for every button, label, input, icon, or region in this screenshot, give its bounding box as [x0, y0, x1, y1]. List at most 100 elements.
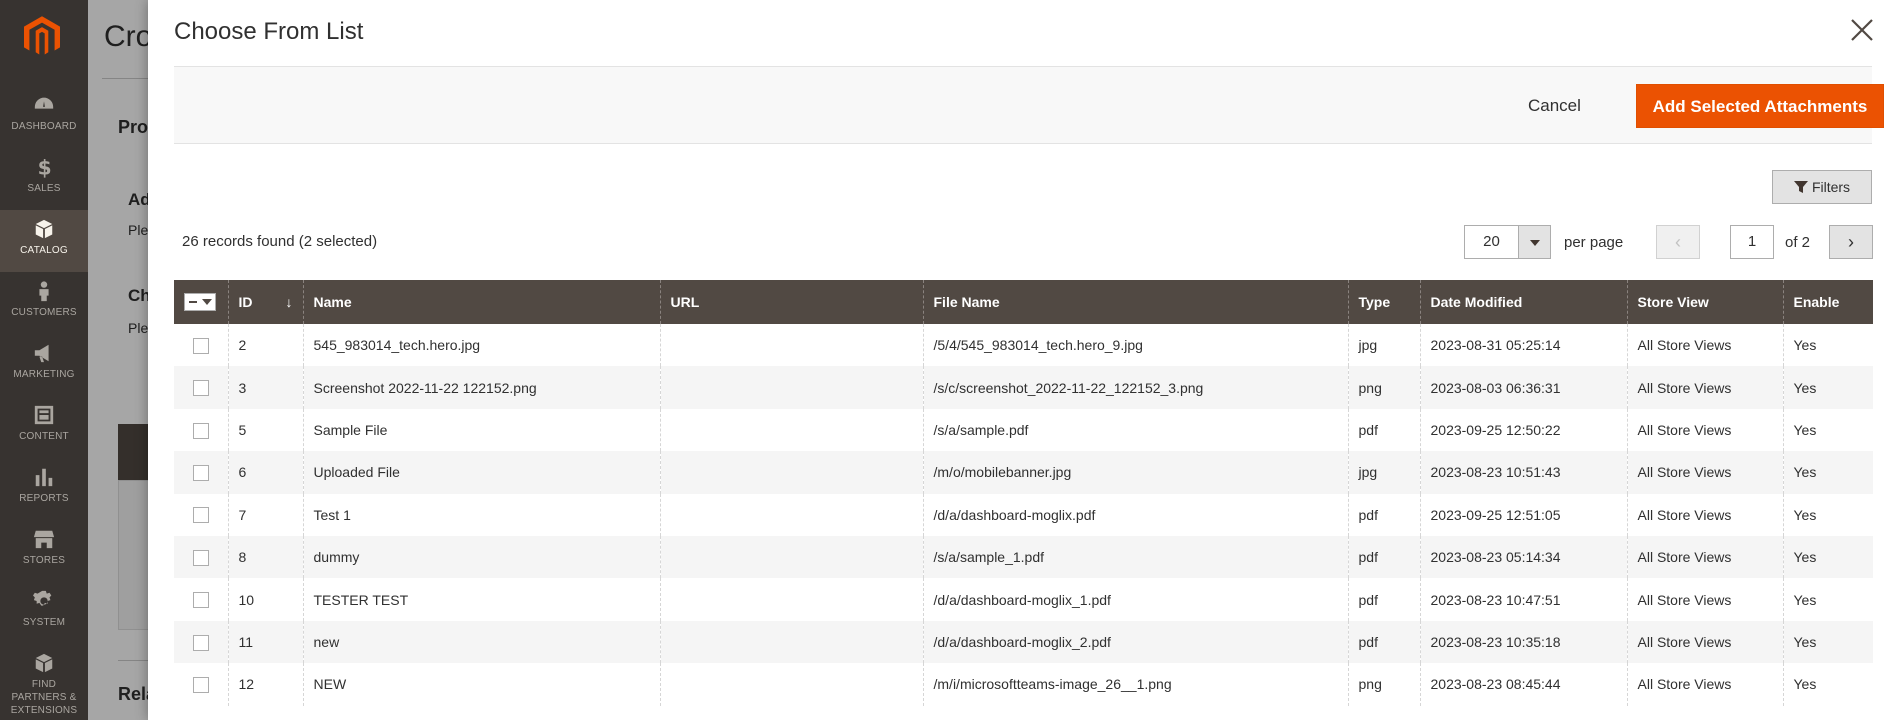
add-selected-attachments-button[interactable]: Add Selected Attachments: [1636, 84, 1884, 128]
row-select-cell[interactable]: [174, 493, 228, 536]
store-icon: [0, 528, 88, 554]
table-row[interactable]: 11 new/d/a/dashboard-moglix_2.pdf pdf 2023-…: [174, 620, 1873, 664]
sidebar-item-label: FIND PARTNERS & EXTENSIONS: [10, 679, 78, 716]
cell-url: [659, 493, 923, 536]
cell-url: [659, 620, 923, 664]
row-checkbox[interactable]: [192, 465, 209, 482]
row-select-cell[interactable]: [174, 324, 228, 367]
row-checkbox[interactable]: [192, 592, 209, 609]
cell-id: 12: [227, 663, 303, 706]
table-row[interactable]: 8 dummy/s/a/sample_1.pdf pdf 2023-08-23 05:…: [174, 535, 1873, 579]
cell-date-modified: 2023-08-31 05:25:14: [1419, 324, 1627, 367]
per-page-value: 20: [1483, 233, 1500, 250]
sidebar-item-label: CONTENT: [19, 431, 69, 442]
column-header-enable[interactable]: Enable: [1782, 280, 1873, 324]
cell-file-name: /m/o/mobilebanner.jpg: [922, 451, 1348, 494]
row-select-cell[interactable]: [174, 451, 228, 494]
cell-id: 11: [227, 620, 303, 664]
row-checkbox[interactable]: [192, 634, 209, 651]
per-page-select[interactable]: 20: [1464, 225, 1551, 259]
sidebar-item-sales[interactable]: $ SALES: [0, 148, 88, 210]
cell-file-name: /s/a/sample.pdf: [922, 408, 1348, 452]
chevron-down-icon[interactable]: [1518, 226, 1550, 258]
row-checkbox[interactable]: [192, 549, 209, 566]
megaphone-icon: [0, 342, 88, 368]
row-checkbox[interactable]: [192, 676, 209, 693]
cell-store-view: All Store Views: [1626, 324, 1783, 367]
table-row[interactable]: 5 Sample File/s/a/sample.pdf pdf 2023-09-25…: [174, 408, 1873, 452]
table-row[interactable]: 7 Test 1/d/a/dashboard-moglix.pdf pdf 2023-…: [174, 493, 1873, 536]
cell-id: 3: [227, 366, 303, 409]
mass-action-select[interactable]: [174, 280, 228, 324]
previous-page-button[interactable]: ‹: [1656, 225, 1700, 259]
column-header-type[interactable]: Type: [1347, 280, 1420, 324]
filters-button[interactable]: Filters: [1772, 170, 1872, 204]
cell-enable: Yes: [1782, 620, 1873, 664]
cell-store-view: All Store Views: [1626, 663, 1783, 706]
magento-logo-icon[interactable]: [24, 16, 64, 58]
cell-type: pdf: [1347, 578, 1420, 621]
row-select-cell[interactable]: [174, 535, 228, 579]
close-icon[interactable]: [1848, 16, 1876, 44]
row-checkbox[interactable]: [192, 337, 209, 354]
table-row[interactable]: 6 Uploaded File/m/o/mobilebanner.jpg jpg 20…: [174, 451, 1873, 494]
cell-enable: Yes: [1782, 408, 1873, 452]
column-header-file-name[interactable]: File Name: [922, 280, 1348, 324]
column-header-id[interactable]: ID ↓: [227, 280, 303, 324]
cell-type: pdf: [1347, 620, 1420, 664]
modal-action-bar: Cancel Add Selected Attachments: [174, 66, 1884, 144]
cell-enable: Yes: [1782, 493, 1873, 536]
cell-file-name: /d/a/dashboard-moglix_2.pdf: [922, 620, 1348, 664]
cell-id: 8: [227, 535, 303, 579]
sidebar-item-catalog[interactable]: CATALOG: [0, 210, 88, 272]
table-row[interactable]: 3 Screenshot 2022-11-22 122152.png/s/c/sc…: [174, 366, 1873, 409]
mass-select-checkbox[interactable]: [184, 293, 216, 312]
page-number-input[interactable]: 1: [1730, 225, 1774, 259]
cancel-button[interactable]: Cancel: [1528, 96, 1581, 116]
row-select-cell[interactable]: [174, 366, 228, 409]
cell-url: [659, 324, 923, 367]
row-select-cell[interactable]: [174, 620, 228, 664]
sidebar-item-content[interactable]: CONTENT: [0, 396, 88, 458]
cell-name: dummy: [302, 535, 660, 579]
column-header-date-modified[interactable]: Date Modified: [1419, 280, 1627, 324]
cell-name: Sample File: [302, 408, 660, 452]
sidebar-item-stores[interactable]: STORES: [0, 520, 88, 582]
cell-date-modified: 2023-08-23 08:45:44: [1419, 663, 1627, 706]
table-row[interactable]: 2 545_983014_tech.hero.jpg/5/4/545_983014…: [174, 324, 1873, 367]
svg-text:$: $: [38, 156, 52, 178]
catalog-box-icon: [0, 218, 88, 244]
sidebar-item-label: STORES: [22, 555, 66, 566]
sidebar-item-system[interactable]: SYSTEM: [0, 582, 88, 644]
customers-icon: [0, 280, 88, 306]
row-checkbox[interactable]: [192, 380, 209, 397]
row-select-cell[interactable]: [174, 578, 228, 621]
cell-url: [659, 408, 923, 452]
sidebar-item-label: REPORTS: [19, 493, 69, 504]
row-select-cell[interactable]: [174, 408, 228, 452]
next-page-button[interactable]: ›: [1829, 225, 1873, 259]
sidebar-item-marketing[interactable]: MARKETING: [0, 334, 88, 396]
row-checkbox[interactable]: [192, 507, 209, 524]
sidebar-item-reports[interactable]: REPORTS: [0, 458, 88, 520]
column-header-url[interactable]: URL: [659, 280, 923, 324]
cell-name: Screenshot 2022-11-22 122152.png: [302, 366, 660, 409]
row-select-cell[interactable]: [174, 663, 228, 706]
cell-url: [659, 578, 923, 621]
table-row[interactable]: 12 NEW/m/i/microsoftteams-image_26__1.png…: [174, 663, 1873, 706]
dashboard-icon: [0, 94, 88, 120]
sort-arrow-icon: ↓: [285, 294, 293, 310]
column-header-store-view[interactable]: Store View: [1626, 280, 1783, 324]
cell-store-view: All Store Views: [1626, 451, 1783, 494]
grid-header-row: ID ↓ Name URL File Name Type Date Modifie…: [174, 280, 1873, 324]
row-checkbox[interactable]: [192, 422, 209, 439]
sidebar-item-dashboard[interactable]: DASHBOARD: [0, 86, 88, 148]
column-header-name[interactable]: Name: [302, 280, 660, 324]
sidebar-item-partners[interactable]: FIND PARTNERS & EXTENSIONS: [0, 644, 88, 720]
table-row[interactable]: 10 TESTER TEST/d/a/dashboard-moglix_1.pdf…: [174, 578, 1873, 621]
cell-enable: Yes: [1782, 324, 1873, 367]
sidebar-item-label: SALES: [27, 183, 61, 194]
sidebar-item-customers[interactable]: CUSTOMERS: [0, 272, 88, 334]
cell-id: 2: [227, 324, 303, 367]
cell-file-name: /s/a/sample_1.pdf: [922, 535, 1348, 579]
